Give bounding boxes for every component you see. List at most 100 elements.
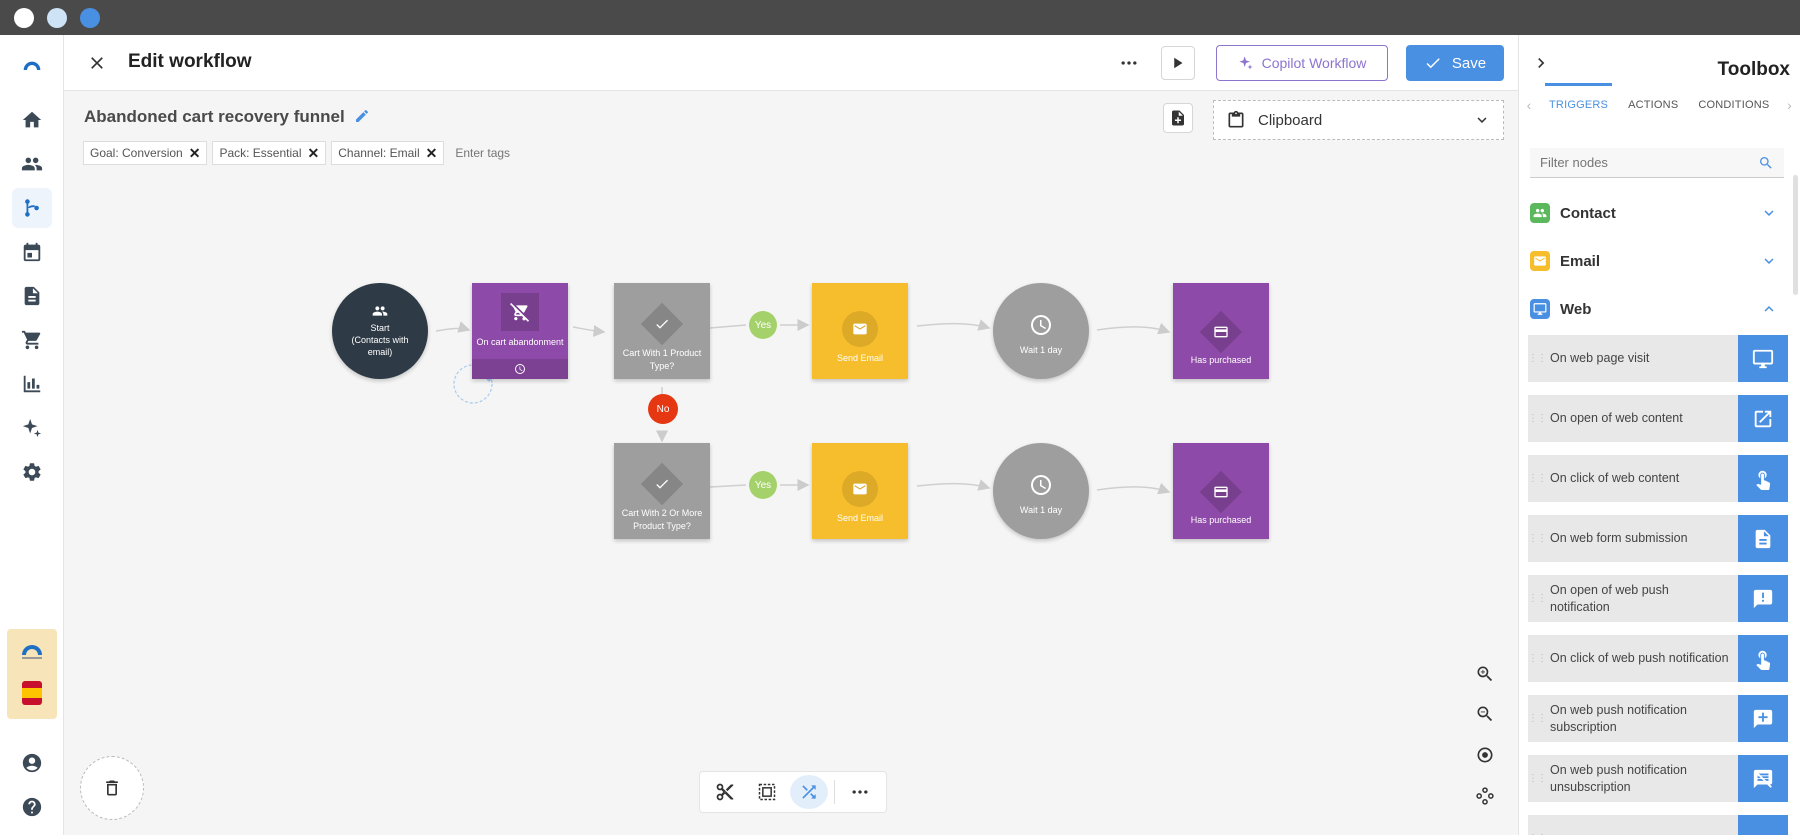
workflow-node-wait-2[interactable]: Wait 1 day: [993, 443, 1089, 539]
open-external-icon: [1738, 395, 1788, 442]
toolbox-item-web-push-unsubscription[interactable]: ⋮⋮ On web push notification unsubscripti…: [1528, 755, 1788, 802]
cart-icon[interactable]: [12, 320, 52, 360]
monitor-icon: [1738, 335, 1788, 382]
document-icon[interactable]: [12, 276, 52, 316]
zoom-in-icon[interactable]: [1468, 657, 1502, 691]
check-icon: [1426, 58, 1440, 69]
chevron-down-icon: [1764, 210, 1774, 216]
header-bar: Edit workflow Copilot Workflow Save: [64, 35, 1518, 91]
item-label: On click of web push notification: [1550, 651, 1729, 666]
window-minimize-dot[interactable]: [47, 8, 67, 28]
toolbox-item-open-web-push[interactable]: ⋮⋮ On open of web push notification: [1528, 575, 1788, 622]
node-label: Wait 1 day: [1019, 505, 1063, 515]
mail-icon: [842, 311, 878, 347]
workflow-node-condition-1-product[interactable]: Cart With 1 Product Type?: [614, 283, 710, 379]
node-label: On cart abandonment: [476, 337, 564, 347]
sparkle-icon[interactable]: [12, 408, 52, 448]
workflow-node-send-email-2[interactable]: Send Email: [812, 443, 908, 539]
card-diamond-icon: [1199, 310, 1243, 354]
toolbox-item-web-push-subscription[interactable]: ⋮⋮ On web push notification subscription: [1528, 695, 1788, 742]
window-maximize-dot[interactable]: [80, 8, 100, 28]
copilot-label: Copilot Workflow: [1261, 55, 1367, 71]
toolbox-item-click-web-content[interactable]: ⋮⋮ On click of web content: [1528, 455, 1788, 502]
toolbox-item-more[interactable]: ⋮⋮: [1528, 815, 1788, 835]
toolbox-item-web-form-submission[interactable]: ⋮⋮ On web form submission: [1528, 515, 1788, 562]
search-icon[interactable]: [1758, 155, 1774, 171]
center-view-icon[interactable]: [1468, 738, 1502, 772]
drag-handle-icon[interactable]: ⋮⋮: [1528, 515, 1547, 562]
logo-icon[interactable]: [12, 45, 52, 85]
run-test-button[interactable]: [1161, 46, 1195, 80]
contacts-icon[interactable]: [12, 144, 52, 184]
toolbox-item-click-web-push[interactable]: ⋮⋮ On click of web push notification: [1528, 635, 1788, 682]
item-label: On open of web content: [1550, 411, 1683, 426]
drag-handle-icon[interactable]: ⋮⋮: [1528, 635, 1547, 682]
contacts-icon: [1530, 203, 1550, 223]
item-label: On open of web push notification: [1550, 582, 1669, 614]
account-icon[interactable]: [12, 743, 52, 783]
select-area-icon[interactable]: [748, 775, 786, 809]
home-icon[interactable]: [12, 100, 52, 140]
zoom-out-icon[interactable]: [1468, 697, 1502, 731]
drag-handle-icon[interactable]: ⋮⋮: [1528, 695, 1547, 742]
filter-nodes-input[interactable]: [1540, 155, 1758, 170]
alert-message-icon: [1738, 575, 1788, 622]
window-close-dot[interactable]: [14, 8, 34, 28]
gear-icon[interactable]: [12, 452, 52, 492]
workflow-node-condition-2-product[interactable]: Cart With 2 Or More Product Type?: [614, 443, 710, 539]
section-label: Contact: [1560, 204, 1616, 222]
workflow-node-start[interactable]: Start (Contacts with email): [332, 283, 428, 379]
message-add-icon: [1738, 695, 1788, 742]
workflow-node-has-purchased-1[interactable]: Has purchased: [1173, 283, 1269, 379]
drag-handle-icon[interactable]: ⋮⋮: [1528, 575, 1547, 622]
section-web[interactable]: Web: [1530, 291, 1784, 327]
message-off-icon: [1738, 755, 1788, 802]
workflow-icon[interactable]: [12, 188, 52, 228]
section-email[interactable]: Email: [1530, 243, 1784, 279]
toolbox-panel: Toolbox ‹ TRIGGERS ACTIONS CONDITIONS › …: [1518, 35, 1800, 835]
node-label: Has purchased: [1190, 515, 1252, 525]
tab-scroll-right-icon[interactable]: ›: [1779, 83, 1799, 127]
workflow-node-has-purchased-2[interactable]: Has purchased: [1173, 443, 1269, 539]
item-label: On web page visit: [1550, 351, 1650, 366]
drag-handle-icon[interactable]: ⋮⋮: [1528, 455, 1547, 502]
drag-handle-icon[interactable]: ⋮⋮: [1528, 335, 1547, 382]
toolbox-item-open-web-content[interactable]: ⋮⋮ On open of web content: [1528, 395, 1788, 442]
scissors-icon[interactable]: [706, 775, 744, 809]
toolbox-scrollbar[interactable]: [1793, 175, 1798, 295]
section-contact[interactable]: Contact: [1530, 195, 1784, 231]
save-label: Save: [1451, 54, 1487, 72]
play-icon: [1174, 57, 1183, 69]
tab-actions[interactable]: ACTIONS: [1618, 83, 1688, 127]
help-icon[interactable]: [12, 787, 52, 827]
chart-icon[interactable]: [12, 364, 52, 404]
promo-widget[interactable]: [7, 629, 57, 719]
calendar-icon[interactable]: [12, 232, 52, 272]
save-button[interactable]: Save: [1406, 45, 1504, 81]
drag-handle-icon[interactable]: ⋮⋮: [1528, 815, 1547, 835]
workflow-canvas[interactable]: Abandoned cart recovery funnel Goal: Con…: [64, 91, 1518, 835]
add-group-icon: [372, 306, 388, 317]
copilot-workflow-button[interactable]: Copilot Workflow: [1216, 45, 1388, 81]
tab-conditions[interactable]: CONDITIONS: [1688, 83, 1779, 127]
workflow-node-send-email-1[interactable]: Send Email: [812, 283, 908, 379]
clock-icon: [1031, 475, 1051, 495]
more-options-icon[interactable]: [841, 775, 879, 809]
tab-triggers[interactable]: TRIGGERS: [1539, 83, 1618, 127]
shuffle-icon[interactable]: [790, 775, 828, 809]
workflow-node-cart-abandonment[interactable]: On cart abandonment: [472, 283, 568, 379]
fit-layout-icon[interactable]: [1468, 779, 1502, 813]
chevron-up-icon: [1764, 306, 1774, 312]
more-options-icon[interactable]: [1114, 48, 1144, 78]
drag-handle-icon[interactable]: ⋮⋮: [1528, 755, 1547, 802]
chevron-right-icon[interactable]: [1529, 51, 1553, 75]
close-icon[interactable]: [82, 48, 112, 78]
delete-drop-zone[interactable]: [80, 756, 144, 820]
monitor-icon: [1530, 299, 1550, 319]
check-diamond-icon: [640, 303, 684, 346]
tab-scroll-left-icon[interactable]: ‹: [1519, 83, 1539, 127]
filter-field: [1530, 148, 1784, 178]
toolbox-item-web-page-visit[interactable]: ⋮⋮ On web page visit: [1528, 335, 1788, 382]
drag-handle-icon[interactable]: ⋮⋮: [1528, 395, 1547, 442]
workflow-node-wait-1[interactable]: Wait 1 day: [993, 283, 1089, 379]
